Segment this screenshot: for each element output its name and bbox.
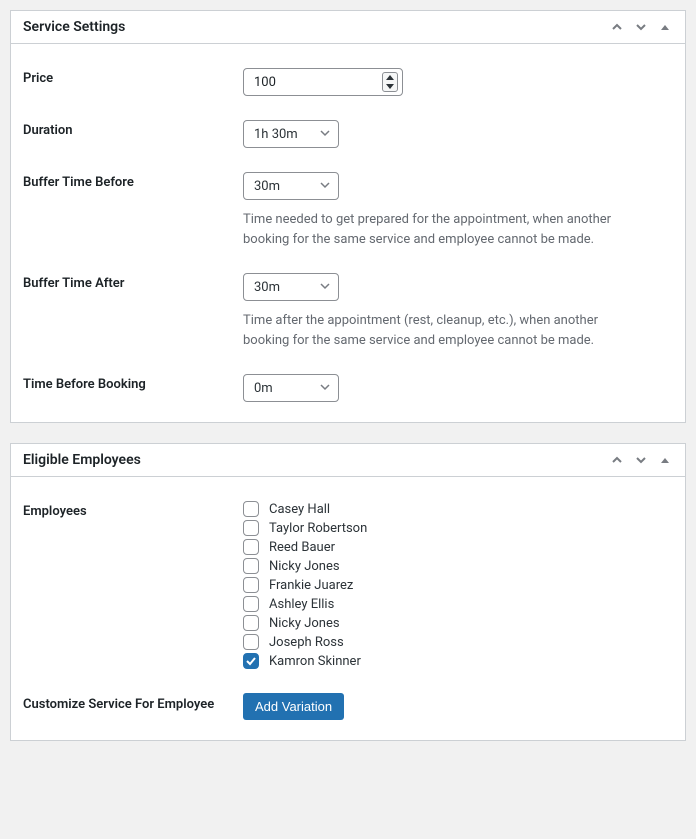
employee-name: Ashley Ellis <box>269 597 334 612</box>
price-step-down[interactable] <box>383 82 397 91</box>
employee-name: Casey Hall <box>269 502 330 517</box>
move-up-icon[interactable] <box>609 452 625 468</box>
employee-checkbox[interactable] <box>243 653 259 669</box>
employee-name: Kamron Skinner <box>269 654 361 669</box>
panel-controls <box>609 19 673 35</box>
employee-item: Kamron Skinner <box>243 653 673 669</box>
employee-item: Taylor Robertson <box>243 520 673 536</box>
employee-name: Nicky Jones <box>269 559 340 574</box>
duration-label: Duration <box>23 120 243 148</box>
buffer-after-select[interactable]: 30m <box>243 273 339 301</box>
price-row: Price 100 <box>23 44 673 96</box>
time-before-booking-value: 0m <box>254 381 273 396</box>
duration-row: Duration 1h 30m <box>23 96 673 148</box>
duration-select[interactable]: 1h 30m <box>243 120 339 148</box>
employee-name: Nicky Jones <box>269 616 340 631</box>
add-variation-button[interactable]: Add Variation <box>243 693 344 720</box>
buffer-before-select[interactable]: 30m <box>243 172 339 200</box>
employee-item: Joseph Ross <box>243 634 673 650</box>
employee-item: Nicky Jones <box>243 558 673 574</box>
panel-controls <box>609 452 673 468</box>
employee-item: Casey Hall <box>243 501 673 517</box>
customize-label: Customize Service For Employee <box>23 693 243 720</box>
buffer-after-row: Buffer Time After 30m Time after the app… <box>23 249 673 350</box>
employee-checkbox[interactable] <box>243 634 259 650</box>
employee-checkbox[interactable] <box>243 539 259 555</box>
move-up-icon[interactable] <box>609 19 625 35</box>
buffer-after-help: Time after the appointment (rest, cleanu… <box>243 311 643 350</box>
customize-row: Customize Service For Employee Add Varia… <box>23 669 673 720</box>
panel-title: Service Settings <box>23 19 125 35</box>
duration-value: 1h 30m <box>254 127 298 142</box>
chevron-down-icon <box>320 127 330 142</box>
collapse-toggle-icon[interactable] <box>657 19 673 35</box>
price-spinner <box>382 72 398 92</box>
employee-item: Frankie Juarez <box>243 577 673 593</box>
employee-checkbox[interactable] <box>243 577 259 593</box>
employee-checkbox[interactable] <box>243 558 259 574</box>
eligible-employees-panel: Eligible Employees Employees Casey Hall T… <box>10 443 686 741</box>
employee-list: Casey Hall Taylor Robertson Reed Bauer Nick… <box>243 501 673 669</box>
panel-body: Employees Casey Hall Taylor Robertson Reed… <box>11 477 685 740</box>
price-step-up[interactable] <box>383 73 397 82</box>
panel-header: Eligible Employees <box>11 444 685 477</box>
employees-label: Employees <box>23 501 243 669</box>
time-before-booking-label: Time Before Booking <box>23 374 243 402</box>
employees-row: Employees Casey Hall Taylor Robertson Reed… <box>23 477 673 669</box>
panel-body: Price 100 Duration 1h 30m <box>11 44 685 422</box>
employee-checkbox[interactable] <box>243 501 259 517</box>
employee-checkbox[interactable] <box>243 596 259 612</box>
buffer-after-label: Buffer Time After <box>23 273 243 350</box>
employee-name: Frankie Juarez <box>269 578 353 593</box>
employee-name: Joseph Ross <box>269 635 344 650</box>
panel-header: Service Settings <box>11 11 685 44</box>
time-before-booking-select[interactable]: 0m <box>243 374 339 402</box>
move-down-icon[interactable] <box>633 452 649 468</box>
employee-checkbox[interactable] <box>243 520 259 536</box>
buffer-before-label: Buffer Time Before <box>23 172 243 249</box>
employee-name: Taylor Robertson <box>269 521 367 536</box>
chevron-down-icon <box>320 179 330 194</box>
buffer-before-row: Buffer Time Before 30m Time needed to ge… <box>23 148 673 249</box>
time-before-booking-row: Time Before Booking 0m <box>23 350 673 402</box>
employee-item: Ashley Ellis <box>243 596 673 612</box>
employee-name: Reed Bauer <box>269 540 335 555</box>
chevron-down-icon <box>320 280 330 295</box>
collapse-toggle-icon[interactable] <box>657 452 673 468</box>
price-label: Price <box>23 68 243 96</box>
buffer-before-value: 30m <box>254 179 280 194</box>
employee-item: Nicky Jones <box>243 615 673 631</box>
buffer-after-value: 30m <box>254 280 280 295</box>
chevron-down-icon <box>320 381 330 396</box>
price-input[interactable]: 100 <box>243 68 403 96</box>
employee-checkbox[interactable] <box>243 615 259 631</box>
buffer-before-help: Time needed to get prepared for the appo… <box>243 210 643 249</box>
move-down-icon[interactable] <box>633 19 649 35</box>
service-settings-panel: Service Settings Price 100 Duration <box>10 10 686 423</box>
panel-title: Eligible Employees <box>23 452 141 468</box>
employee-item: Reed Bauer <box>243 539 673 555</box>
price-value: 100 <box>244 75 276 90</box>
